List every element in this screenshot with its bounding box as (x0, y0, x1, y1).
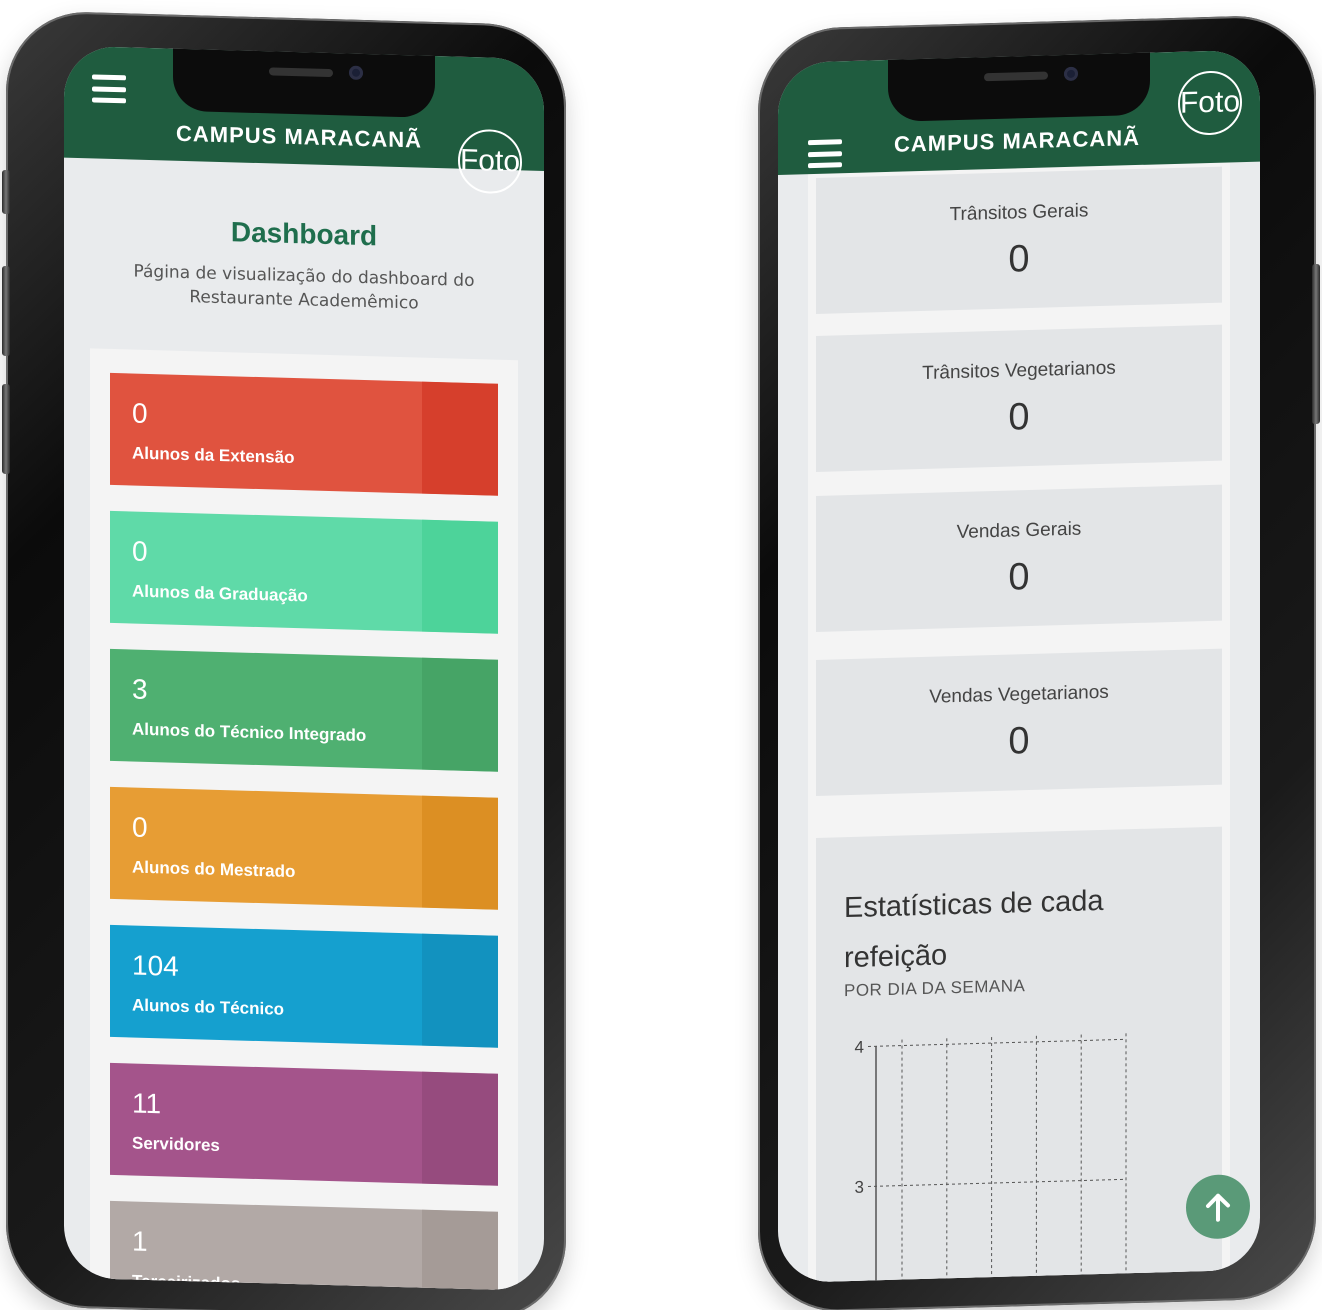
weekly-meal-chart: 43 (855, 1033, 1127, 1284)
metric-label: Trânsitos Vegetarianos (922, 357, 1116, 385)
y-gridline (868, 1038, 1126, 1048)
dashboard-content: Dashboard Página de visualização do dash… (64, 158, 544, 1292)
metrics-panel: Trânsitos Gerais 0 Trânsitos Vegetariano… (808, 158, 1230, 1284)
card-accent-strip (422, 1071, 498, 1186)
stats-title: Estatísticas de cada refeição (844, 884, 1104, 975)
phone-notch (888, 50, 1150, 122)
stat-card[interactable]: 0 Alunos da Graduação (110, 510, 498, 634)
card-accent-strip (422, 657, 498, 772)
card-label: Alunos do Mestrado (132, 857, 296, 882)
metric-card: Vendas Gerais 0 (816, 484, 1222, 632)
stat-card[interactable]: 104 Alunos do Técnico (110, 924, 498, 1048)
metric-value: 0 (1008, 720, 1030, 763)
metric-card: Trânsitos Gerais 0 (816, 166, 1222, 314)
y-tick-label: 3 (855, 1178, 864, 1197)
left-phone-screen: CAMPUS MARACANÃ Foto Dashboard Página de… (64, 45, 544, 1292)
card-accent-strip (422, 381, 498, 496)
hamburger-menu-icon[interactable] (808, 139, 842, 169)
stat-cards-panel: 0 Alunos da Extensão 0 Alunos da Graduação 3… (90, 348, 518, 1292)
right-phone-frame: CAMPUS MARACANÃ Foto Trânsitos Gerais 0 … (758, 14, 1320, 1310)
mute-switch (2, 169, 10, 215)
front-camera-icon (1064, 66, 1078, 82)
y-tick-label: 4 (855, 1038, 864, 1057)
metric-card: Vendas Vegetarianos 0 (816, 648, 1222, 796)
phone-notch (173, 46, 435, 118)
card-count: 3 (132, 673, 148, 705)
y-gridline (868, 1178, 1126, 1188)
stat-card[interactable]: 11 Servidores (110, 1062, 498, 1186)
stat-card[interactable]: 1 Terceirizados (110, 1200, 498, 1292)
arrow-up-icon (1206, 1193, 1230, 1222)
volume-up-button (2, 265, 10, 357)
stat-card[interactable]: 0 Alunos da Extensão (110, 372, 498, 496)
speaker-grill (984, 71, 1048, 82)
hamburger-menu-icon[interactable] (92, 74, 126, 104)
card-accent-strip (422, 795, 498, 910)
metric-value: 0 (1008, 556, 1030, 599)
card-count: 1 (132, 1225, 148, 1257)
metric-card: Trânsitos Vegetarianos 0 (816, 324, 1222, 472)
card-count: 11 (132, 1087, 162, 1120)
card-label: Alunos do Técnico (132, 995, 285, 1019)
metric-value: 0 (1008, 238, 1030, 281)
metrics-content: Trânsitos Gerais 0 Trânsitos Vegetariano… (778, 158, 1260, 1284)
card-accent-strip (422, 933, 498, 1048)
speaker-grill (269, 67, 333, 78)
power-button (1312, 263, 1320, 425)
right-phone-screen: CAMPUS MARACANÃ Foto Trânsitos Gerais 0 … (778, 49, 1260, 1284)
front-camera-icon (349, 65, 363, 80)
header-title: CAMPUS MARACANÃ (176, 120, 422, 153)
card-label: Alunos da Graduação (132, 581, 308, 606)
card-accent-strip (422, 1209, 498, 1292)
metric-label: Vendas Vegetarianos (929, 681, 1109, 708)
card-count: 104 (132, 949, 179, 982)
page-title: Dashboard (230, 216, 378, 252)
photo-button[interactable]: Foto (1178, 70, 1242, 136)
card-label: Alunos do Técnico Integrado (132, 719, 367, 746)
photo-button[interactable]: Foto (458, 128, 522, 195)
metric-value: 0 (1008, 396, 1030, 439)
page-subtitle: Página de visualização do dashboard do R… (133, 261, 475, 314)
weekly-stats-card: Estatísticas de cada refeição POR DIA DA… (816, 826, 1222, 1284)
card-label: Alunos da Extensão (132, 443, 295, 468)
metric-label: Vendas Gerais (956, 518, 1082, 544)
card-count: 0 (132, 811, 148, 843)
stat-card[interactable]: 0 Alunos do Mestrado (110, 786, 498, 910)
card-label: Servidores (132, 1133, 220, 1155)
volume-down-button (2, 383, 10, 475)
stats-subtitle: POR DIA DA SEMANA (844, 976, 1026, 1001)
metric-label: Trânsitos Gerais (949, 200, 1089, 226)
left-phone-frame: CAMPUS MARACANÃ Foto Dashboard Página de… (2, 10, 566, 1310)
card-count: 0 (132, 397, 148, 429)
header-title: CAMPUS MARACANÃ (894, 124, 1140, 157)
card-accent-strip (422, 519, 498, 634)
card-label: Terceirizados (132, 1271, 241, 1292)
card-count: 0 (132, 535, 148, 567)
stat-card[interactable]: 3 Alunos do Técnico Integrado (110, 648, 498, 772)
